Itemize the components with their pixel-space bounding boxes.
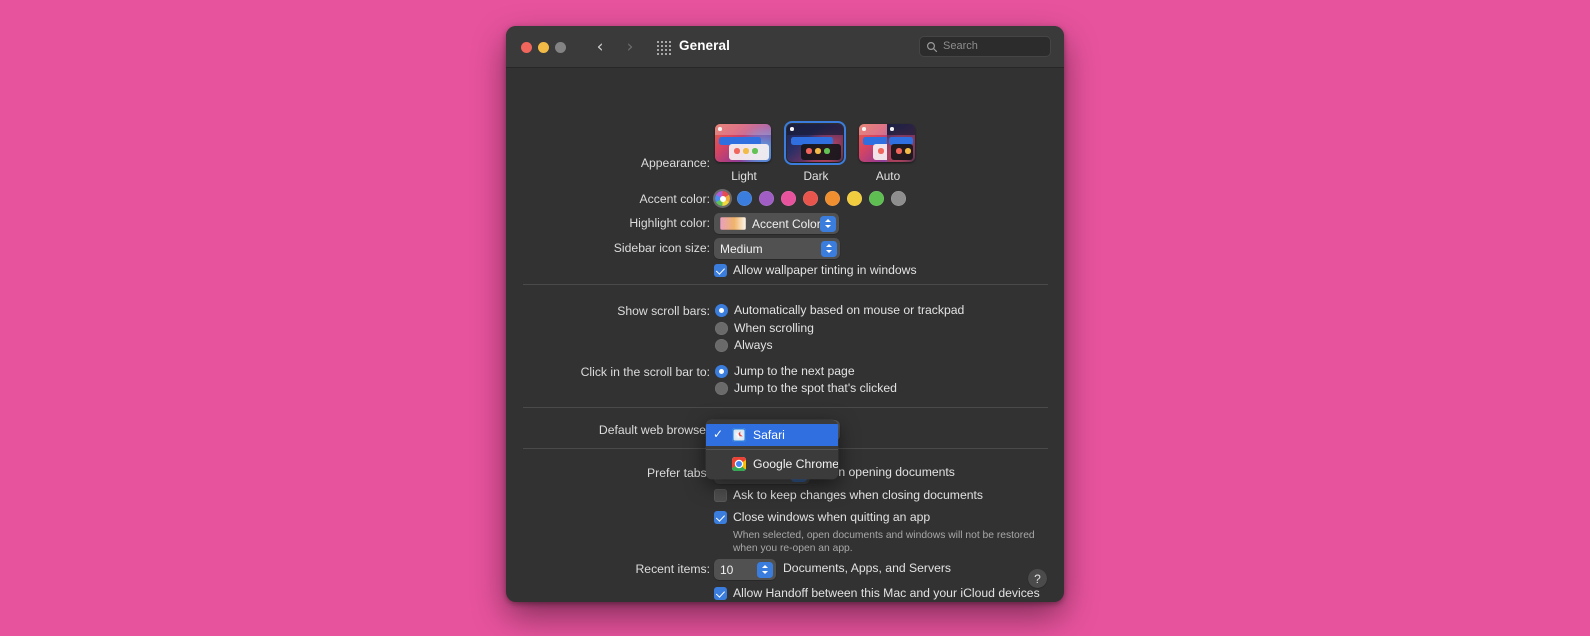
close-window-button[interactable] [521, 42, 532, 53]
click-scroll-bar-label: Click in the scroll bar to: [580, 365, 710, 379]
show-scroll-bars-label: Show scroll bars: [617, 304, 710, 318]
sidebar-icon-size-label: Sidebar icon size: [613, 241, 710, 255]
checkmark-icon: ✓ [713, 427, 724, 441]
forward-button[interactable]: › [620, 37, 640, 57]
scrollbar-option-automatic-label: Automatically based on mouse or trackpad [734, 303, 965, 317]
click-scrollbar-spot-clicked-label: Jump to the spot that's clicked [734, 381, 897, 395]
accent-swatch-multicolor[interactable] [715, 191, 730, 206]
section-divider [523, 407, 1048, 408]
prefer-tabs-label: Prefer tabs: [647, 466, 710, 480]
chevron-updown-icon[interactable] [820, 215, 836, 232]
click-scrollbar-radio-next-page[interactable] [715, 365, 728, 378]
highlight-color-chip [720, 217, 746, 230]
close-windows-note-line1: When selected, open documents and window… [733, 530, 1035, 541]
search-input[interactable] [943, 37, 1046, 56]
safari-icon [732, 428, 746, 442]
chevron-updown-icon[interactable] [821, 240, 837, 257]
scrollbar-radio-automatic[interactable] [715, 304, 728, 317]
accent-color-label: Accent color: [639, 192, 710, 206]
page-title: General [679, 38, 730, 53]
window-titlebar: ‹ › General [506, 26, 1064, 68]
close-windows-checkbox[interactable] [714, 511, 727, 524]
recent-items-stepper[interactable]: 10 [714, 559, 776, 580]
handoff-checkbox[interactable] [714, 587, 727, 600]
appearance-thumbnail-auto[interactable] [859, 124, 915, 162]
default-web-browser-label: Default web browser [598, 423, 710, 437]
appearance-option-dark[interactable]: Dark [784, 121, 846, 183]
preferences-content: Appearance: Light Dark Auto Accent color… [506, 68, 1064, 602]
menu-item-safari-label: Safari [753, 428, 785, 442]
accent-swatch-red[interactable] [803, 191, 818, 206]
recent-items-value: 10 [720, 562, 734, 577]
accent-swatch-purple[interactable] [759, 191, 774, 206]
accent-swatch-blue[interactable] [737, 191, 752, 206]
wallpaper-tinting-checkbox[interactable] [714, 264, 727, 277]
accent-color-swatches [715, 191, 906, 206]
appearance-option-light[interactable]: Light [715, 124, 773, 183]
appearance-thumbnail-light[interactable] [715, 124, 771, 162]
appearance-label-auto: Auto [875, 169, 901, 183]
highlight-color-label: Highlight color: [629, 216, 710, 230]
help-button[interactable]: ? [1028, 569, 1047, 588]
chevron-updown-icon[interactable] [757, 561, 773, 578]
accent-swatch-pink[interactable] [781, 191, 796, 206]
system-preferences-window: ‹ › General Appearance: Light [506, 26, 1064, 602]
scrollbar-radio-when-scrolling[interactable] [715, 322, 728, 335]
scrollbar-option-when-scrolling-label: When scrolling [734, 321, 814, 335]
appearance-thumbnail-dark[interactable] [784, 121, 846, 165]
highlight-color-value: Accent Color [752, 216, 821, 231]
wallpaper-tinting-label: Allow wallpaper tinting in windows [733, 263, 917, 277]
maximize-window-button[interactable] [555, 42, 566, 53]
minimize-window-button[interactable] [538, 42, 549, 53]
click-scrollbar-radio-spot-clicked[interactable] [715, 382, 728, 395]
menu-separator [706, 449, 838, 450]
appearance-label: Appearance: [640, 156, 710, 170]
sidebar-icon-size-select[interactable]: Medium [714, 238, 840, 259]
section-divider [523, 284, 1048, 285]
handoff-label: Allow Handoff between this Mac and your … [733, 586, 1040, 600]
recent-items-suffix: Documents, Apps, and Servers [783, 561, 951, 575]
accent-swatch-graphite[interactable] [891, 191, 906, 206]
menu-item-safari[interactable]: ✓ Safari [706, 424, 838, 446]
close-windows-label: Close windows when quitting an app [733, 510, 931, 524]
appearance-label-dark: Dark [803, 169, 829, 183]
back-button[interactable]: ‹ [590, 37, 610, 57]
chrome-icon [732, 457, 746, 471]
appearance-option-auto[interactable]: Auto [859, 124, 917, 183]
default-web-browser-dropdown-menu[interactable]: ✓ Safari Google Chrome [706, 420, 838, 479]
show-all-preferences-grid-icon[interactable] [656, 40, 671, 55]
click-scrollbar-next-page-label: Jump to the next page [734, 364, 855, 378]
appearance-label-light: Light [731, 169, 757, 183]
search-icon [926, 41, 938, 53]
search-field[interactable] [919, 36, 1051, 57]
sidebar-icon-size-value: Medium [720, 241, 763, 256]
scrollbar-option-always-label: Always [734, 338, 773, 352]
menu-item-chrome-label: Google Chrome [753, 457, 838, 471]
ask-keep-changes-label: Ask to keep changes when closing documen… [733, 488, 983, 502]
accent-swatch-orange[interactable] [825, 191, 840, 206]
recent-items-label: Recent items: [635, 562, 710, 576]
menu-item-google-chrome[interactable]: Google Chrome [706, 453, 838, 475]
highlight-color-select[interactable]: Accent Color [714, 213, 839, 234]
scrollbar-radio-always[interactable] [715, 339, 728, 352]
ask-keep-changes-checkbox[interactable] [714, 489, 727, 502]
close-windows-note-line2: when you re-open an app. [733, 543, 853, 554]
accent-swatch-yellow[interactable] [847, 191, 862, 206]
accent-swatch-green[interactable] [869, 191, 884, 206]
